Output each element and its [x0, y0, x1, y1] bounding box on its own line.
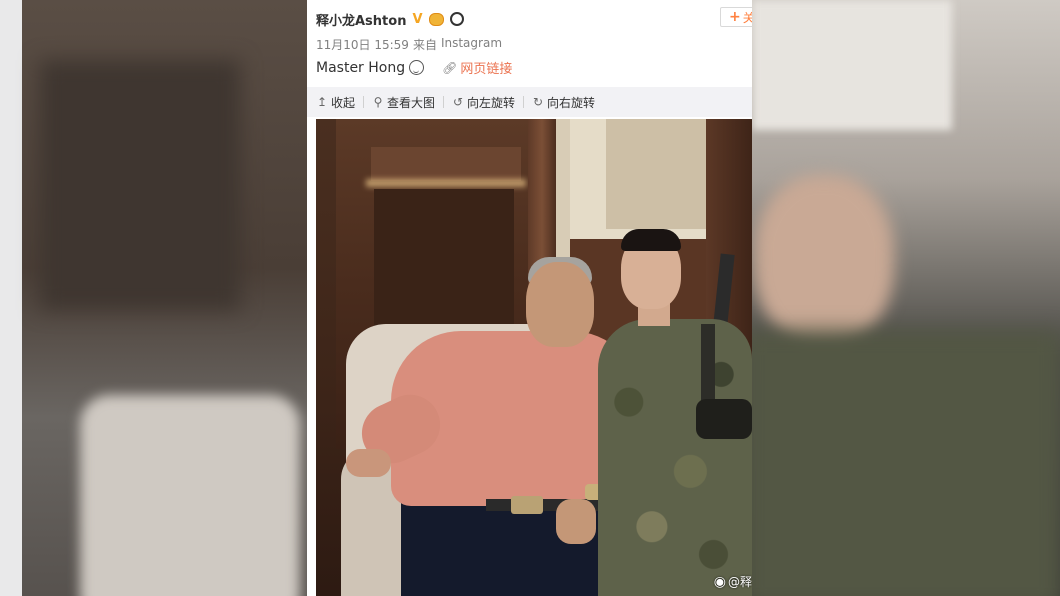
collapse-label: 收起 [331, 95, 356, 110]
post-text-content: Master Hong [316, 59, 406, 76]
collapse-icon: ↥ [316, 95, 328, 109]
web-link[interactable]: 🔗︎ 网页链接 [442, 58, 513, 78]
plus-icon: + [729, 9, 741, 25]
emoji-face-icon [428, 12, 444, 26]
source-prefix: 来自 [412, 38, 437, 52]
post-meta: 11月10日 15:59 来自 Instagram [316, 36, 502, 53]
view-large-button[interactable]: ⚲ 查看大图 [372, 94, 435, 111]
blurred-background-right [752, 0, 1060, 596]
post-timestamp[interactable]: 11月10日 15:59 [316, 36, 409, 53]
follow-button[interactable]: + 关 [720, 7, 752, 27]
view-large-label: 查看大图 [387, 95, 436, 110]
sticker-icon [409, 60, 425, 75]
toolbar-divider [443, 96, 445, 108]
soldier [598, 319, 752, 596]
image-toolbar: ↥ 收起 ⚲ 查看大图 ↺ 向左旋转 ↻ 向右旋转 [307, 87, 752, 117]
watermark-text: @释 [727, 575, 752, 589]
weibo-icon: ◉ [713, 573, 726, 590]
photo-watermark: ◉ @释 [714, 573, 752, 590]
post-source[interactable]: Instagram [441, 36, 502, 53]
rotate-left-button[interactable]: ↺ 向左旋转 [452, 94, 515, 111]
post-header: 释小龙Ashton V [316, 9, 464, 29]
rotate-right-button[interactable]: ↻ 向右旋转 [532, 94, 595, 111]
magnifier-icon: ⚲ [373, 95, 383, 109]
web-link-label: 网页链接 [460, 62, 513, 77]
blurred-background-left [0, 0, 307, 596]
collapse-button[interactable]: ↥ 收起 [316, 94, 355, 111]
rotate-left-icon: ↺ [453, 95, 464, 109]
rotate-right-icon: ↻ [533, 95, 544, 109]
post-photo[interactable]: ◉ @释 [316, 119, 752, 596]
verified-icon[interactable]: V [412, 12, 422, 27]
rotate-left-label: 向左旋转 [467, 95, 516, 110]
weibo-post-card: 释小龙Ashton V + 关 11月10日 15:59 来自 Instagra… [307, 0, 752, 596]
panda-icon [449, 12, 464, 26]
follow-label: 关 [742, 10, 752, 25]
post-text: Master Hong 🔗︎ 网页链接 [316, 58, 513, 78]
user-name[interactable]: 释小龙Ashton [316, 10, 406, 29]
rotate-right-label: 向右旋转 [547, 95, 596, 110]
toolbar-divider [363, 96, 365, 108]
link-icon: 🔗︎ [442, 60, 458, 75]
toolbar-divider [523, 96, 525, 108]
